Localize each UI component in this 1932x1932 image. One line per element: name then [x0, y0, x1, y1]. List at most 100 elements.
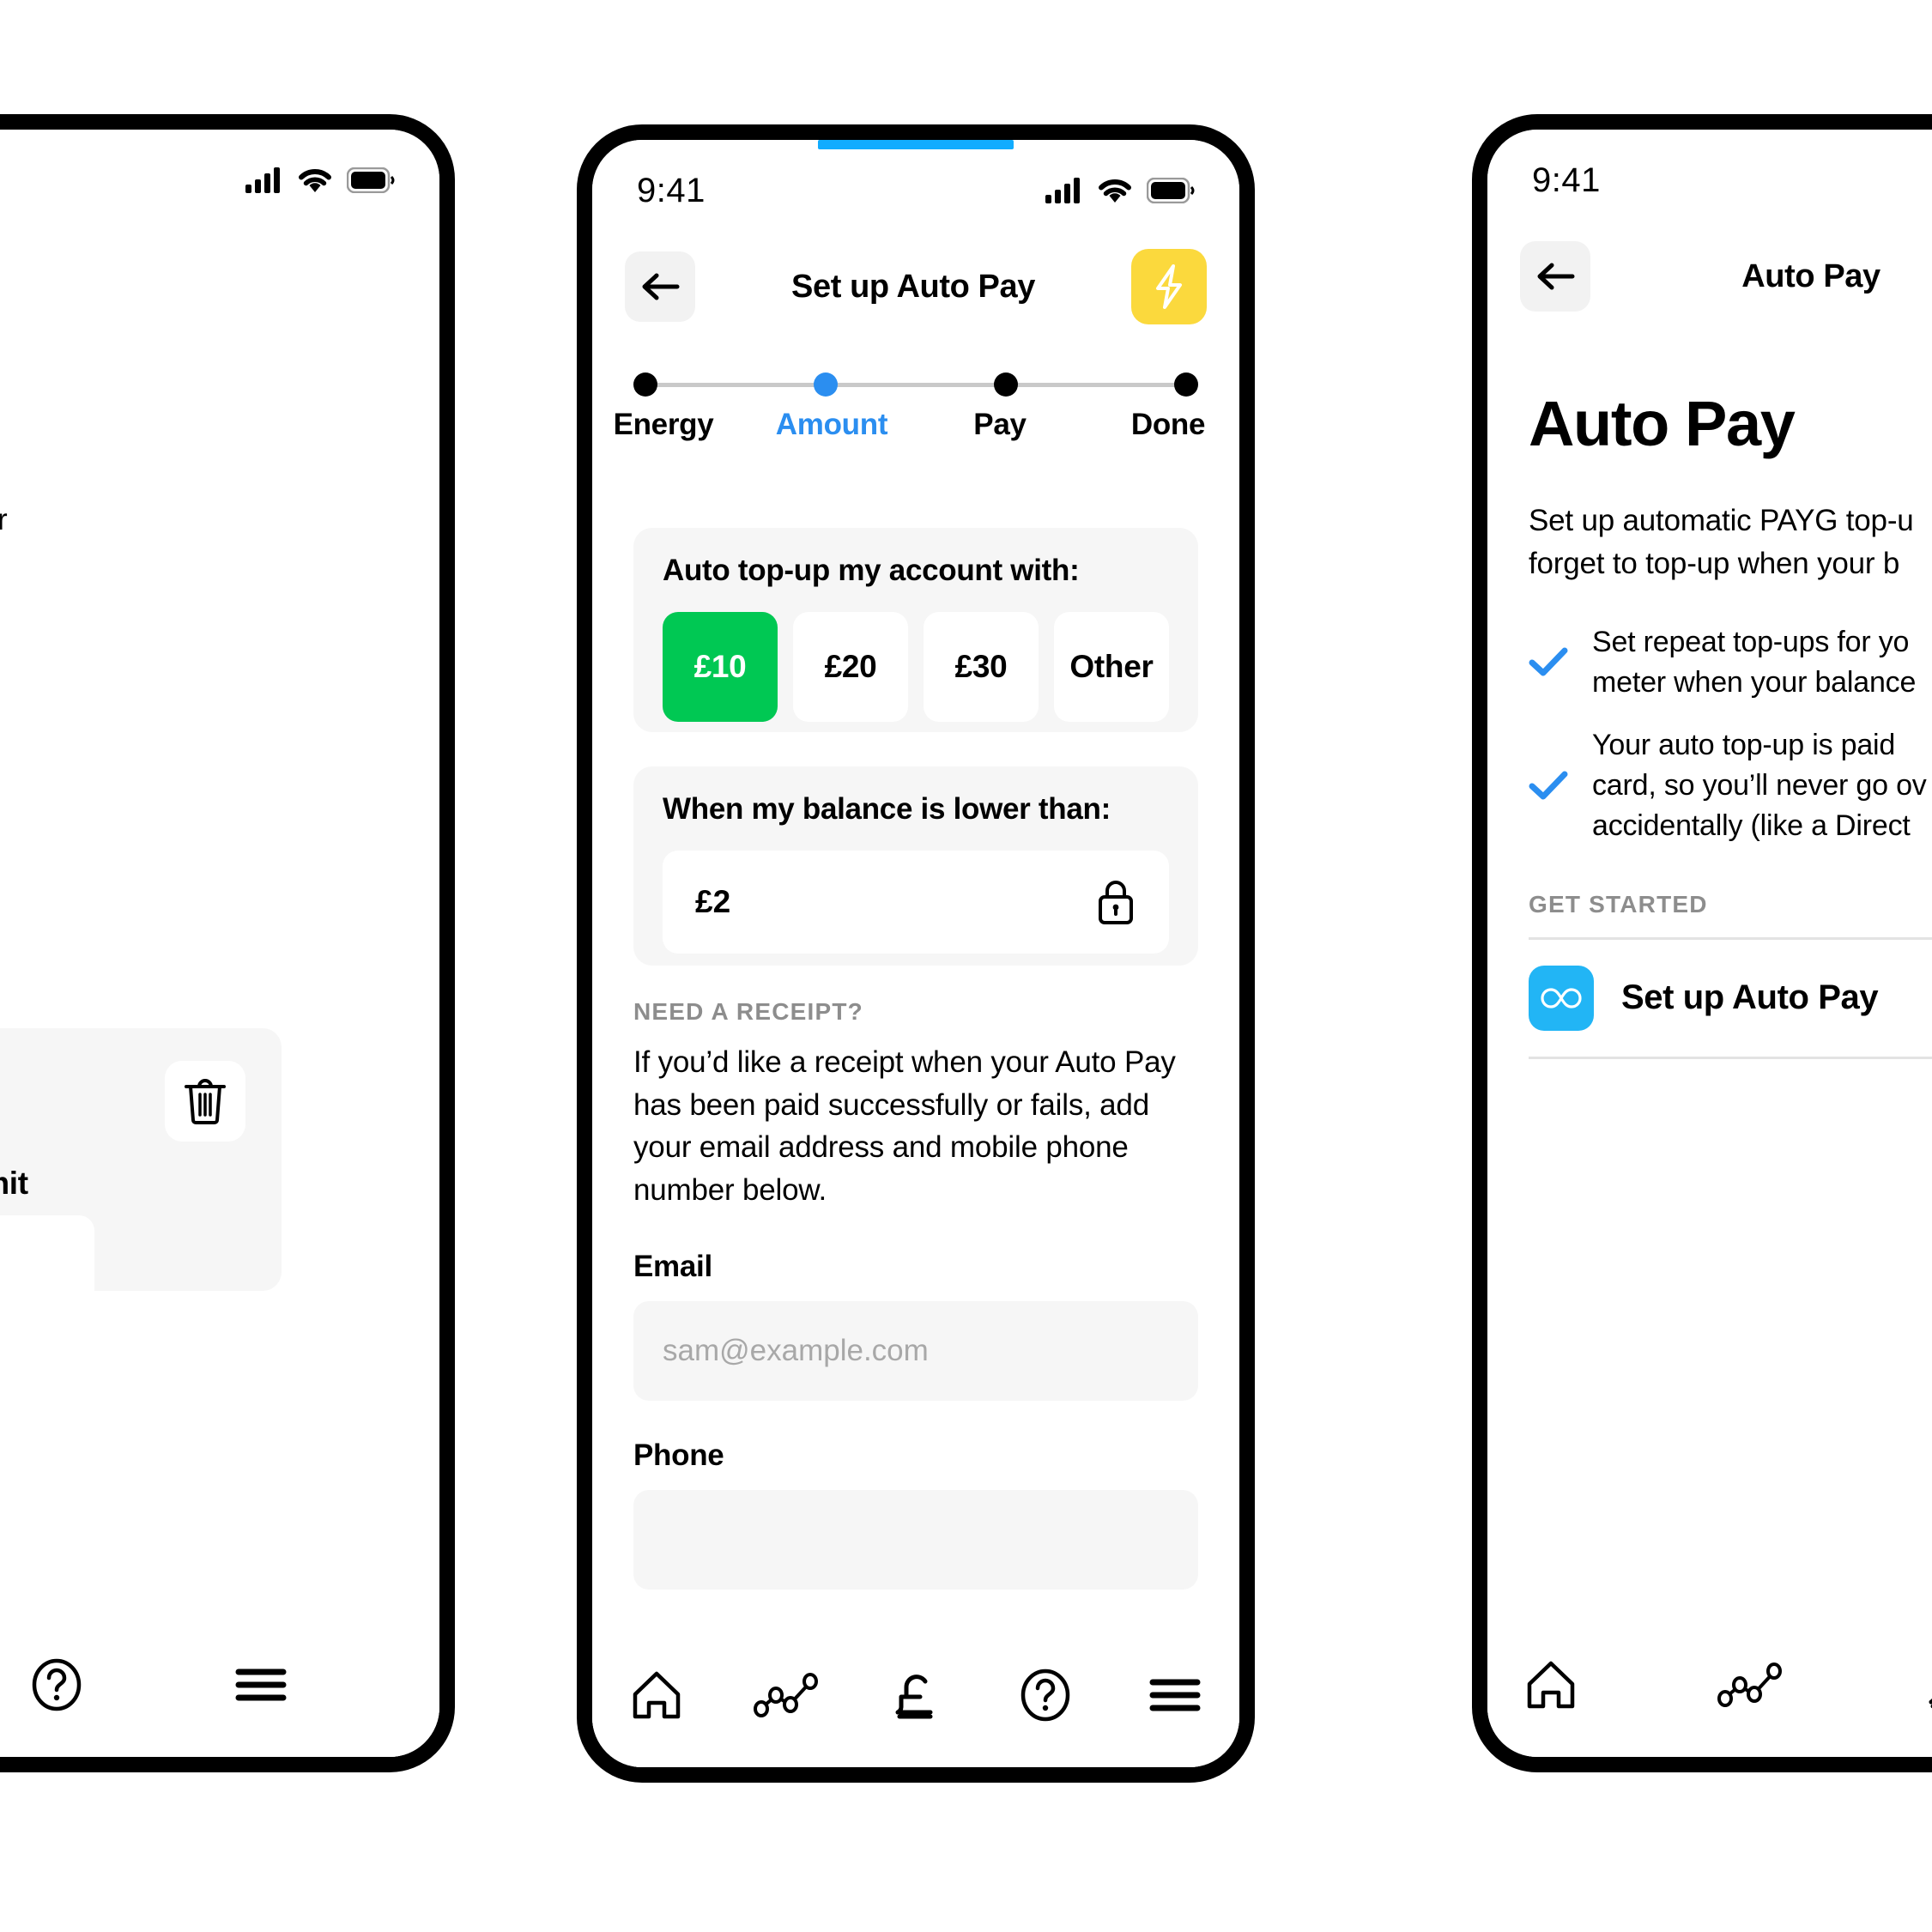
battery-icon: [347, 167, 395, 193]
phone-input[interactable]: [633, 1489, 1198, 1590]
stepper-label-done[interactable]: Done: [1131, 408, 1206, 441]
cellular-signal-icon: [1045, 178, 1080, 203]
tab-help[interactable]: [994, 1656, 1097, 1734]
stepper-label-pay[interactable]: Pay: [973, 408, 1027, 441]
screen-left: Auto Pay c PAYG top-ups so you never whe…: [0, 130, 439, 1757]
benefit-2-line-1: Your auto top-up is paid: [1592, 729, 1896, 762]
status-bar-right: 9:41: [1487, 130, 1932, 212]
benefit-2-line-3: accidentally (like a Direct: [1592, 809, 1911, 842]
receipt-section: NEED A RECEIPT? If you’d like a receipt …: [633, 998, 1198, 1590]
balance-threshold-field[interactable]: £2: [663, 851, 1169, 954]
benefit-2-line-2: card, so you’ll never go ov: [1592, 769, 1927, 802]
nav-bar-right: Auto Pay: [1487, 229, 1932, 324]
left-bullet-line-3: o-up is paid with your bank: [0, 723, 427, 766]
help-icon: [1021, 1669, 1070, 1722]
benefit-1-line-1: Set repeat top-ups for yo: [1592, 626, 1910, 659]
tab-help[interactable]: [5, 1646, 108, 1723]
email-label: Email: [633, 1249, 712, 1283]
tab-bar-middle: [592, 1617, 1239, 1767]
stepper-dot-energy[interactable]: [633, 372, 657, 397]
email-input[interactable]: sam@example.com: [633, 1300, 1198, 1401]
credit-limit-label: Credit limit: [0, 1166, 28, 1201]
email-placeholder: sam@example.com: [663, 1333, 929, 1367]
stepper-dot-done[interactable]: [1174, 372, 1198, 397]
tab-usage[interactable]: [1699, 1646, 1802, 1723]
amount-option-10[interactable]: £10: [663, 612, 778, 722]
phone-right: 9:41 Auto Pay Auto Pay Set up automatic …: [1472, 114, 1932, 1772]
left-intro-line-2: when your balance hits £2.: [0, 542, 427, 584]
tab-home[interactable]: [605, 1656, 708, 1734]
stepper-dot-amount[interactable]: [814, 372, 838, 397]
delete-button[interactable]: [165, 1061, 245, 1142]
list-item-set-up-auto-pay[interactable]: Set up Auto Pay: [1529, 940, 1932, 1057]
left-bullet-line-1: op-ups for your PAYG: [0, 618, 427, 661]
tab-menu[interactable]: [209, 1646, 312, 1723]
arrow-left-icon: [1537, 263, 1575, 290]
page-title-left: Auto Pay: [0, 270, 407, 307]
topup-amount-title: Auto top-up my account with:: [663, 554, 1080, 587]
tab-home[interactable]: [1499, 1646, 1602, 1723]
status-bar-middle: 9:41: [592, 140, 1239, 222]
infinity-icon-wrap: [1529, 965, 1594, 1031]
lock-icon: [1099, 881, 1133, 924]
nav-bar-middle: Set up Auto Pay: [592, 239, 1239, 334]
energy-bolt-button[interactable]: [1131, 249, 1207, 324]
tab-usage[interactable]: [735, 1656, 838, 1734]
pound-icon: [895, 1675, 933, 1719]
stepper-dot-pay[interactable]: [994, 372, 1018, 397]
tab-menu[interactable]: [1123, 1656, 1226, 1734]
stepper-label-amount[interactable]: Amount: [776, 408, 888, 441]
status-bar-left: [0, 130, 439, 212]
nav-bar-left: Auto Pay: [0, 241, 439, 336]
stepper-track: [633, 370, 1198, 399]
benefit-item: Your auto top-up is paid card, so you’ll…: [1529, 725, 1932, 846]
auto-pay-heading: Auto Pay: [1529, 388, 1796, 459]
tab-indicator-middle: [818, 140, 1014, 149]
stepper-label-energy[interactable]: Energy: [614, 408, 714, 441]
wifi-icon: [1099, 179, 1131, 203]
stepper-labels: Energy Amount Pay Done: [599, 408, 1232, 442]
phone-label: Phone: [633, 1438, 724, 1472]
help-icon: [32, 1658, 82, 1711]
tab-pay[interactable]: [1898, 1646, 1932, 1723]
credit-limit-value-field[interactable]: £2.00: [0, 1215, 94, 1318]
left-bullet-line-5: (like a Direct Debit).: [0, 808, 427, 851]
left-bullet-line-2: your balance reaches £2.: [0, 661, 427, 704]
left-intro-block: c PAYG top-ups so you never when your ba…: [0, 499, 427, 851]
progress-stepper: Energy Amount Pay Done: [614, 370, 1205, 473]
status-icons-middle: [1045, 177, 1195, 204]
phone-middle: 9:41 Set up Auto Pay Energy Amount Pay D…: [577, 124, 1255, 1783]
amount-option-other[interactable]: Other: [1054, 612, 1169, 722]
status-time-right: 9:41: [1532, 160, 1601, 199]
lightning-bolt-icon: [1156, 264, 1182, 309]
home-icon: [1527, 1661, 1575, 1709]
infinity-icon: [1541, 988, 1582, 1008]
balance-threshold-card: When my balance is lower than: £2: [633, 766, 1198, 966]
cellular-signal-icon: [245, 167, 280, 193]
list-item-label: Set up Auto Pay: [1621, 978, 1879, 1017]
list-divider-bottom: [1529, 1056, 1932, 1059]
menu-icon: [235, 1669, 287, 1701]
menu-icon: [1149, 1679, 1201, 1711]
tab-pay[interactable]: [864, 1656, 967, 1734]
check-icon: [1529, 647, 1568, 676]
benefit-item: Set repeat top-ups for yo meter when you…: [1529, 622, 1932, 703]
arrow-left-icon: [642, 273, 680, 300]
screen-middle: 9:41 Set up Auto Pay Energy Amount Pay D…: [592, 140, 1239, 1767]
battery-icon: [1147, 178, 1195, 203]
home-icon: [633, 1671, 681, 1719]
check-icon: [1529, 771, 1568, 800]
page-title-right: Auto Pay: [1741, 257, 1881, 294]
back-button[interactable]: [1520, 241, 1590, 312]
credit-limit-card: Credit limit £2.00: [0, 1028, 282, 1318]
left-intro-line-1: c PAYG top-ups so you never: [0, 499, 427, 542]
usage-icon: [1717, 1662, 1782, 1707]
amount-option-30[interactable]: £30: [924, 612, 1039, 722]
wifi-icon: [299, 169, 331, 192]
receipt-description: If you’d like a receipt when your Auto P…: [633, 1045, 1176, 1208]
stepper-dots: [633, 372, 1198, 397]
pound-icon: [1929, 1698, 1932, 1709]
back-button[interactable]: [625, 251, 695, 322]
topup-amount-card: Auto top-up my account with: £10 £20 £30…: [633, 528, 1198, 732]
amount-option-20[interactable]: £20: [793, 612, 908, 722]
